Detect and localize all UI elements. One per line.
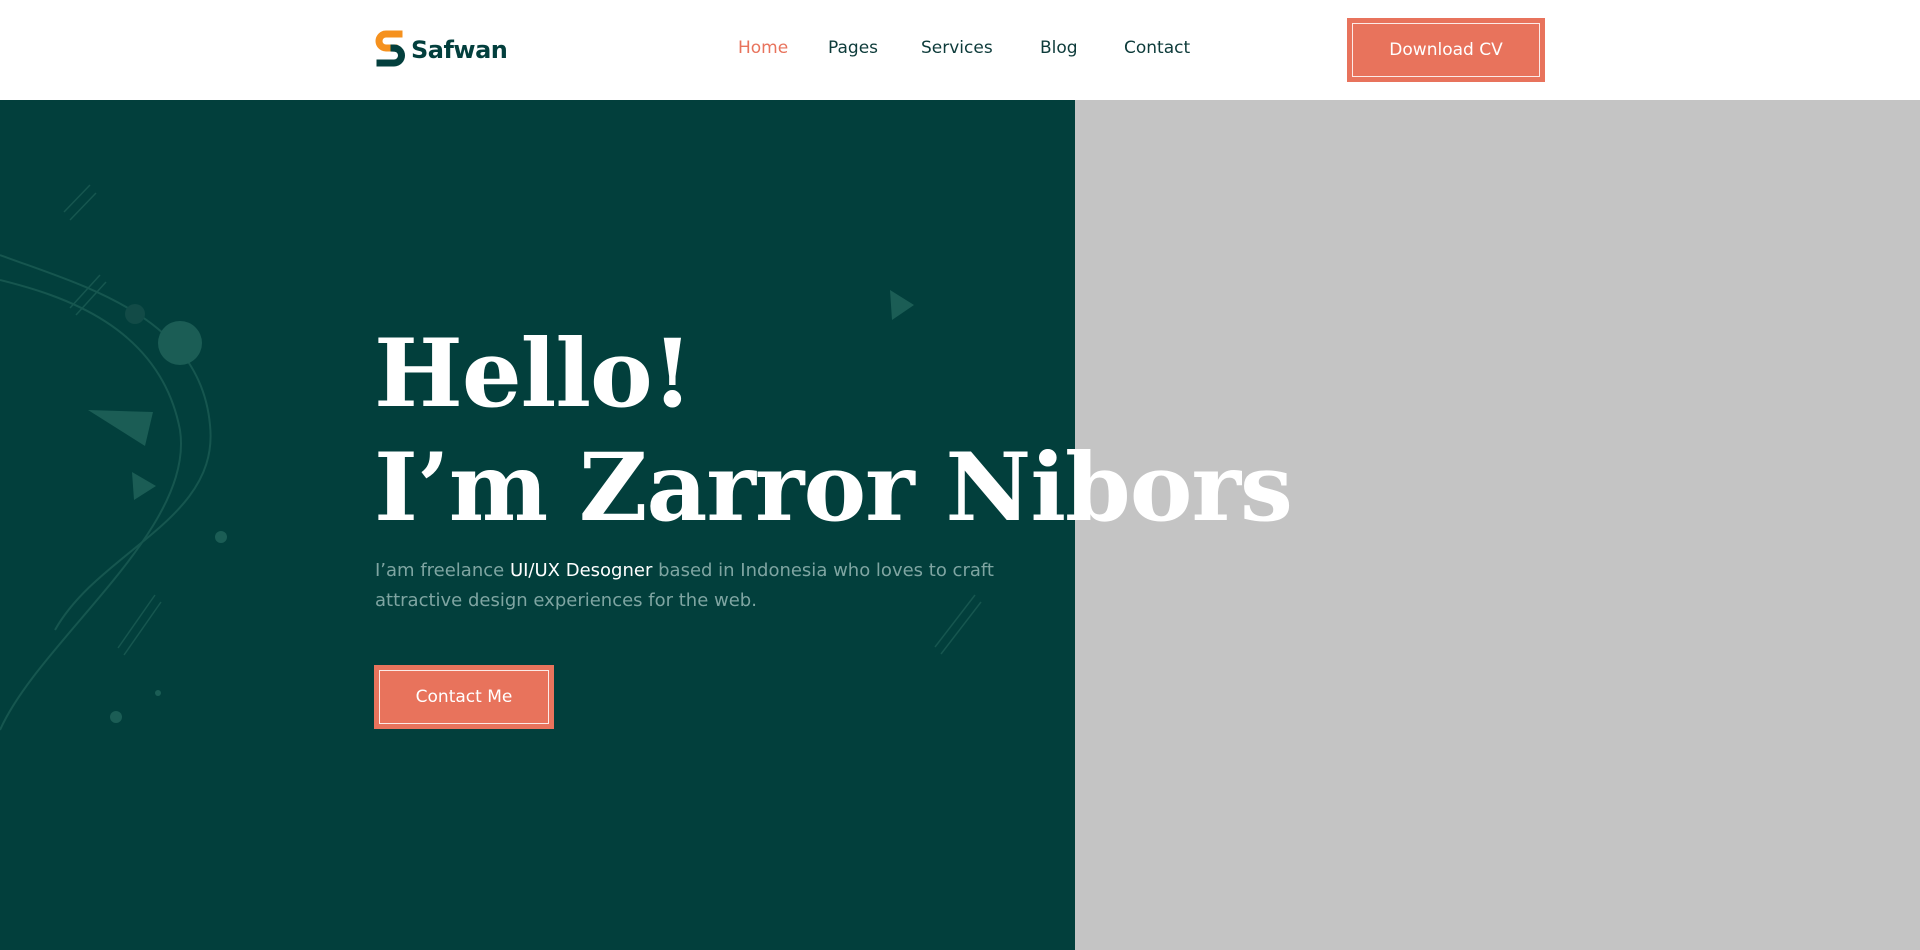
decor-dot: [215, 531, 227, 543]
decor-triangle: [88, 410, 153, 446]
nav-services[interactable]: Services: [921, 38, 993, 58]
hero-intro: I’am freelance UI/UX Desogner based in I…: [375, 556, 1075, 616]
hero-heading: Hello! I’m Zarror Nibors: [374, 317, 1293, 545]
decor-circle-large: [158, 321, 202, 365]
nav-blog[interactable]: Blog: [1040, 38, 1078, 58]
hero-greeting: Hello!: [374, 319, 693, 429]
decor-circle-small: [125, 304, 145, 324]
hero-name: I’m Zarror Nibors: [374, 433, 1293, 543]
decor-dot: [110, 711, 122, 723]
site-header: Safwan Home Pages Services Blog Contact …: [0, 0, 1920, 100]
main-nav: Home Pages Services Blog Contact: [0, 38, 1920, 62]
download-cv-label: Download CV: [1389, 40, 1503, 60]
decor-dot: [155, 690, 161, 696]
contact-me-label: Contact Me: [415, 687, 513, 707]
download-cv-button[interactable]: Download CV: [1347, 18, 1545, 82]
contact-me-button[interactable]: Contact Me: [374, 665, 554, 729]
nav-home[interactable]: Home: [738, 38, 788, 58]
intro-text-before: I’am freelance: [375, 560, 505, 581]
decor-triangle: [132, 472, 156, 500]
nav-pages[interactable]: Pages: [828, 38, 878, 58]
nav-contact[interactable]: Contact: [1124, 38, 1190, 58]
decor-triangle: [890, 290, 914, 320]
intro-highlight: UI/UX Desogner: [509, 560, 653, 581]
